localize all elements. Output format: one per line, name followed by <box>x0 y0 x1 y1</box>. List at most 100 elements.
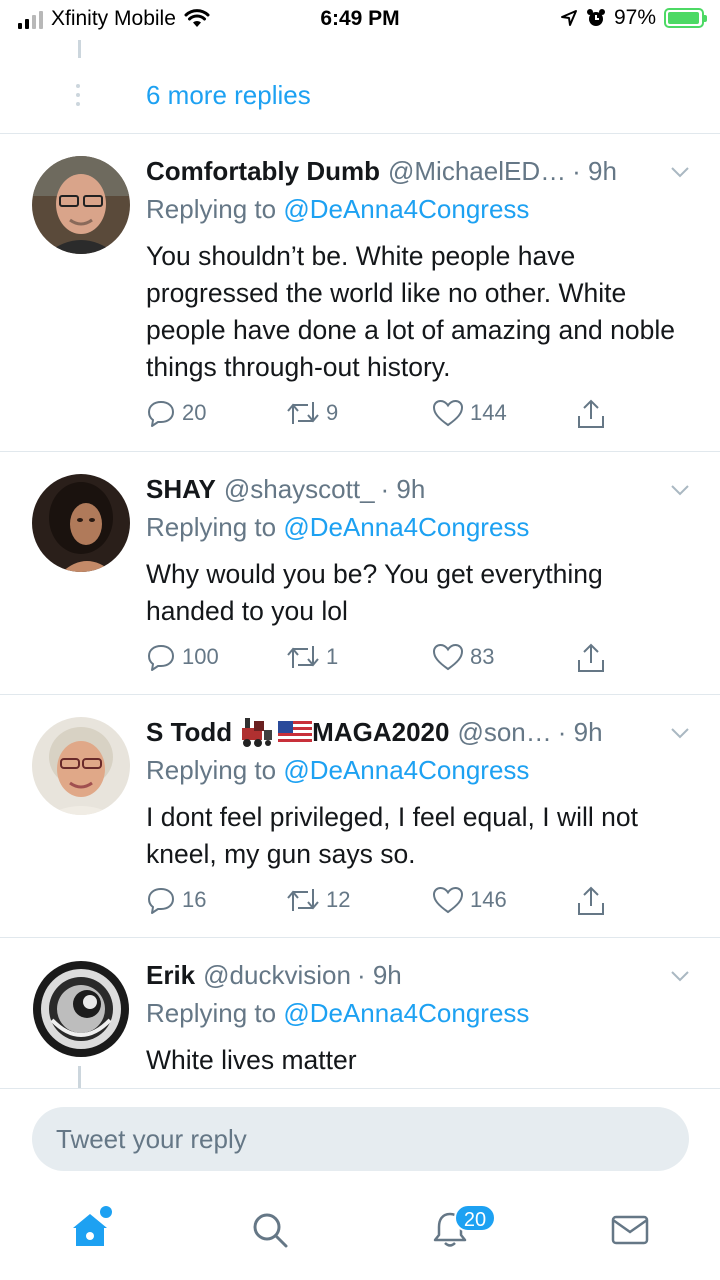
tab-messages[interactable] <box>600 1200 660 1260</box>
display-name[interactable]: Comfortably Dumb <box>146 156 380 187</box>
reply-button[interactable]: 20 <box>146 398 206 428</box>
replying-to: Replying to @DeAnna4Congress <box>146 755 529 786</box>
tweet[interactable]: Erik @duckvision · 9h Replying to @DeAnn… <box>0 938 720 1088</box>
retweet-count: 12 <box>326 887 351 912</box>
display-name[interactable]: Erik <box>146 960 195 991</box>
mention-link[interactable]: @DeAnna4Congress <box>283 998 529 1028</box>
retweet-icon <box>287 402 319 424</box>
mention-link[interactable]: @DeAnna4Congress <box>283 512 529 542</box>
reply-count: 16 <box>182 887 207 912</box>
thread-line <box>78 1066 81 1088</box>
avatar[interactable] <box>32 717 130 815</box>
tweet-actions: 20 9 144 <box>146 398 626 432</box>
tweet-actions: 16 12 146 <box>146 885 626 919</box>
timestamp: · 9h <box>380 474 426 504</box>
display-name-suffix[interactable]: MAGA2020 <box>312 717 449 748</box>
retweet-button[interactable]: 9 <box>286 398 338 428</box>
share-button[interactable] <box>576 398 606 430</box>
signal-icon <box>18 9 43 29</box>
tweet-text: Why would you be? You get everything han… <box>146 559 603 626</box>
reply-button[interactable]: 100 <box>146 642 219 672</box>
tweet[interactable]: SHAY @shayscott_ · 9h Replying to @DeAnn… <box>0 452 720 694</box>
timestamp: · 9h <box>572 156 617 186</box>
share-icon <box>578 399 604 428</box>
reply-count: 20 <box>182 400 207 425</box>
retweet-button[interactable]: 12 <box>286 885 350 915</box>
tweet-actions: 100 1 83 <box>146 642 626 676</box>
status-bar: Xfinity Mobile 6:49 PM 97% <box>0 0 720 40</box>
user-handle[interactable]: @son… <box>457 717 551 748</box>
like-button[interactable]: 146 <box>432 885 507 915</box>
tweet-text: White lives matter <box>146 1045 357 1075</box>
tweet-header: S Todd MAGA2020 @son… · 9h <box>146 717 670 748</box>
tweet-reply-input[interactable] <box>32 1107 689 1171</box>
reply-icon <box>148 645 174 671</box>
avatar[interactable] <box>32 960 130 1058</box>
timestamp: · 9h <box>557 717 603 747</box>
user-handle[interactable]: @duckvision <box>203 960 351 991</box>
share-icon <box>578 643 604 672</box>
tweet-header: Comfortably Dumb @MichaelED… · 9h <box>146 156 670 187</box>
retweet-count: 1 <box>326 644 339 669</box>
tweet-text: You shouldn’t be. White people have prog… <box>146 241 675 382</box>
more-replies-link[interactable]: 6 more replies <box>146 80 311 111</box>
share-button[interactable] <box>576 642 606 674</box>
chevron-down-icon[interactable] <box>668 964 692 988</box>
retweet-icon <box>287 646 319 668</box>
avatar[interactable] <box>32 156 130 254</box>
mention-link[interactable]: @DeAnna4Congress <box>283 194 529 224</box>
replying-to: Replying to @DeAnna4Congress <box>146 194 529 225</box>
tweet-text: I dont feel privileged, I feel equal, I … <box>146 802 639 869</box>
replying-prefix: Replying to <box>146 755 277 785</box>
share-icon <box>578 886 604 915</box>
timestamp: · 9h <box>356 960 402 990</box>
like-button[interactable]: 83 <box>432 642 494 672</box>
replying-prefix: Replying to <box>146 194 277 224</box>
notifications-badge: 20 <box>454 1204 496 1232</box>
reply-button[interactable]: 16 <box>146 885 206 915</box>
tab-bar <box>0 1190 720 1280</box>
wifi-icon <box>184 9 210 27</box>
like-button[interactable]: 144 <box>432 398 507 428</box>
heart-icon <box>432 643 464 671</box>
heart-icon <box>432 886 464 914</box>
thread-line <box>78 40 81 58</box>
chevron-down-icon[interactable] <box>668 478 692 502</box>
replying-prefix: Replying to <box>146 998 277 1028</box>
chevron-down-icon[interactable] <box>668 160 692 184</box>
carrier-group: Xfinity Mobile <box>18 7 210 31</box>
us-flag-emoji-icon <box>278 720 313 745</box>
like-count: 146 <box>470 887 507 912</box>
replying-to: Replying to @DeAnna4Congress <box>146 512 529 543</box>
new-tweets-dot <box>100 1206 112 1218</box>
reply-icon <box>148 888 174 914</box>
retweet-button[interactable]: 1 <box>286 642 338 672</box>
tweet[interactable]: S Todd MAGA2020 @son… · 9h Replying to @… <box>0 695 720 937</box>
status-right-group: 97% <box>560 6 707 30</box>
retweet-icon <box>287 889 319 911</box>
chevron-down-icon[interactable] <box>668 721 692 745</box>
battery-fill <box>668 12 700 24</box>
display-name[interactable]: SHAY <box>146 474 216 505</box>
user-handle[interactable]: @shayscott_ <box>224 474 375 505</box>
avatar[interactable] <box>32 474 130 572</box>
thread-dots <box>76 84 80 106</box>
replying-prefix: Replying to <box>146 512 277 542</box>
like-count: 144 <box>470 400 507 425</box>
share-button[interactable] <box>576 885 606 917</box>
user-handle[interactable]: @MichaelED… <box>388 156 566 187</box>
retweet-count: 9 <box>326 400 339 425</box>
tweet[interactable]: Comfortably Dumb @MichaelED… · 9h Replyi… <box>0 134 720 450</box>
mention-link[interactable]: @DeAnna4Congress <box>283 755 529 785</box>
tab-search[interactable] <box>240 1200 300 1260</box>
tweet-header: SHAY @shayscott_ · 9h <box>146 474 670 505</box>
display-name[interactable]: S Todd <box>146 717 232 748</box>
like-count: 83 <box>470 644 495 669</box>
heart-icon <box>432 399 464 427</box>
carrier-name: Xfinity Mobile <box>51 7 176 30</box>
train-emoji-icon <box>242 717 273 747</box>
reply-bar <box>0 1088 720 1188</box>
battery-percent: 97% <box>613 6 656 29</box>
location-arrow-icon <box>560 10 577 26</box>
battery-icon <box>664 8 707 28</box>
